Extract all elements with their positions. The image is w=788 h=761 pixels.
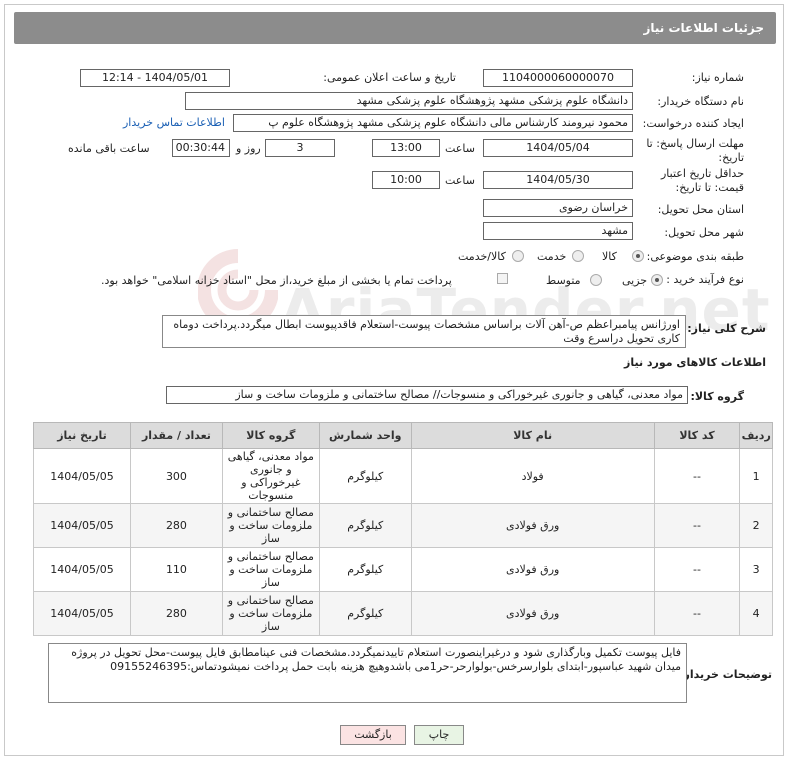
cell-date: 1404/05/05 (32, 503, 132, 548)
cell-qty: 300 (130, 448, 223, 504)
buyer-org-value: دانشگاه علوم پزشکی مشهد پژوهشگاه علوم پز… (185, 92, 633, 110)
cell-row: 1 (739, 448, 773, 504)
cell-code: -- (653, 591, 741, 636)
table-row: 3 -- ورق فولادی کیلوگرم مصالح ساختمانی و… (32, 547, 773, 592)
process-option-medium: متوسط (546, 274, 581, 287)
remaining-time-label: ساعت باقی مانده (68, 142, 150, 155)
col-name-header: نام کالا (410, 422, 655, 449)
delivery-city-value: مشهد (483, 222, 633, 240)
category-option-goods: کالا (602, 250, 617, 263)
remaining-time-value: 00:30:44 (172, 139, 230, 157)
buyer-org-label: نام دستگاه خریدار: (657, 95, 744, 108)
goods-group-label: گروه کالا: (690, 390, 744, 403)
goods-section-title: اطلاعات کالاهای مورد نیاز (624, 356, 766, 369)
cell-date: 1404/05/05 (32, 448, 132, 504)
reply-deadline-time: 13:00 (372, 139, 440, 157)
reply-days-value: 3 (265, 139, 335, 157)
col-code-header: کد کالا (653, 422, 741, 449)
col-group-header: گروه کالا (221, 422, 320, 449)
announce-date-label: تاریخ و ساعت اعلان عمومی: (323, 71, 456, 84)
print-button[interactable]: چاپ (414, 725, 464, 745)
category-option-goods-service: کالا/خدمت (458, 250, 506, 263)
cell-unit: کیلوگرم (318, 448, 412, 504)
cell-code: -- (653, 448, 741, 504)
requester-label: ایجاد کننده درخواست: (642, 117, 744, 130)
cell-date: 1404/05/05 (32, 547, 132, 592)
requester-value: محمود نیرومند کارشناس مالی دانشگاه علوم … (233, 114, 633, 132)
cell-name: ورق فولادی (410, 591, 655, 636)
cell-name: ورق فولادی (410, 503, 655, 548)
cell-group: مصالح ساختمانی و ملزومات ساخت و ساز (221, 547, 320, 592)
category-radio-service[interactable] (572, 250, 584, 262)
table-row: 1 -- فولاد کیلوگرم مواد معدنی، گیاهی و ج… (32, 448, 773, 504)
need-number-value: 1104000060000070 (483, 69, 633, 87)
price-validity-time: 10:00 (372, 171, 440, 189)
buyer-notes-value: فایل پیوست تکمیل وبارگذاری شود و درغیرای… (48, 643, 687, 703)
cell-name: ورق فولادی (410, 547, 655, 592)
need-number-label: شماره نیاز: (691, 71, 744, 84)
reply-deadline-date: 1404/05/04 (483, 139, 633, 157)
buyer-notes-label: توضیحات خریدار: (679, 668, 772, 681)
reply-deadline-time-label: ساعت (445, 142, 475, 155)
cell-name: فولاد (410, 448, 655, 504)
cell-qty: 280 (130, 591, 223, 636)
cell-unit: کیلوگرم (318, 547, 412, 592)
cell-group: مواد معدنی، گیاهی و جانوری غیرخوراکی و م… (221, 448, 320, 504)
cell-unit: کیلوگرم (318, 591, 412, 636)
page-title: جزئیات اطلاعات نیاز (14, 12, 776, 44)
cell-row: 4 (739, 591, 773, 636)
cell-group: مصالح ساختمانی و ملزومات ساخت و ساز (221, 591, 320, 636)
table-header-row: ردیف کد کالا نام کالا واحد شمارش گروه کا… (32, 422, 773, 449)
process-radio-minor[interactable] (651, 274, 663, 286)
cell-qty: 110 (130, 547, 223, 592)
table-row: 4 -- ورق فولادی کیلوگرم مصالح ساختمانی و… (32, 591, 773, 636)
category-option-service: خدمت (537, 250, 567, 263)
cell-unit: کیلوگرم (318, 503, 412, 548)
buyer-contact-link[interactable]: اطلاعات تماس خریدار (123, 116, 225, 129)
process-radio-medium[interactable] (590, 274, 602, 286)
cell-code: -- (653, 547, 741, 592)
cell-qty: 280 (130, 503, 223, 548)
cell-group: مصالح ساختمانی و ملزومات ساخت و ساز (221, 503, 320, 548)
announce-date-value: 1404/05/01 - 12:14 (80, 69, 230, 87)
summary-label: شرح کلی نیاز: (687, 322, 766, 335)
summary-value: اورژانس پیامبراعظم ص-آهن آلات براساس مشخ… (162, 315, 686, 348)
cell-row: 3 (739, 547, 773, 592)
price-validity-label: حداقل تاریخ اعتبار قیمت: تا تاریخ: (660, 167, 744, 194)
delivery-city-label: شهر محل تحویل: (664, 226, 744, 239)
process-option-minor: جزیی (622, 274, 648, 287)
delivery-province-value: خراسان رضوی (483, 199, 633, 217)
goods-table: ردیف کد کالا نام کالا واحد شمارش گروه کا… (32, 422, 773, 636)
treasury-payment-checkbox[interactable] (497, 273, 508, 284)
back-button[interactable]: بازگشت (340, 725, 406, 745)
col-unit-header: واحد شمارش (318, 422, 412, 449)
table-row: 2 -- ورق فولادی کیلوگرم مصالح ساختمانی و… (32, 503, 773, 548)
category-radio-goods[interactable] (632, 250, 644, 262)
category-radio-goods-service[interactable] (512, 250, 524, 262)
cell-code: -- (653, 503, 741, 548)
reply-days-label: روز و (236, 142, 261, 155)
price-validity-time-label: ساعت (445, 174, 475, 187)
col-row-header: ردیف (739, 422, 773, 449)
category-label: طبقه بندی موضوعی: (646, 250, 744, 263)
price-validity-date: 1404/05/30 (483, 171, 633, 189)
treasury-payment-note: پرداخت تمام یا بخشی از مبلغ خرید،از محل … (101, 274, 452, 287)
goods-group-value: مواد معدنی، گیاهی و جانوری غیرخوراکی و م… (166, 386, 688, 404)
col-date-header: تاریخ نیاز (32, 422, 132, 449)
process-type-label: نوع فرآیند خرید : (666, 273, 744, 286)
delivery-province-label: استان محل تحویل: (657, 203, 744, 216)
cell-row: 2 (739, 503, 773, 548)
reply-deadline-label: مهلت ارسال پاسخ: تا تاریخ: (646, 137, 744, 164)
col-qty-header: تعداد / مقدار (130, 422, 223, 449)
cell-date: 1404/05/05 (32, 591, 132, 636)
